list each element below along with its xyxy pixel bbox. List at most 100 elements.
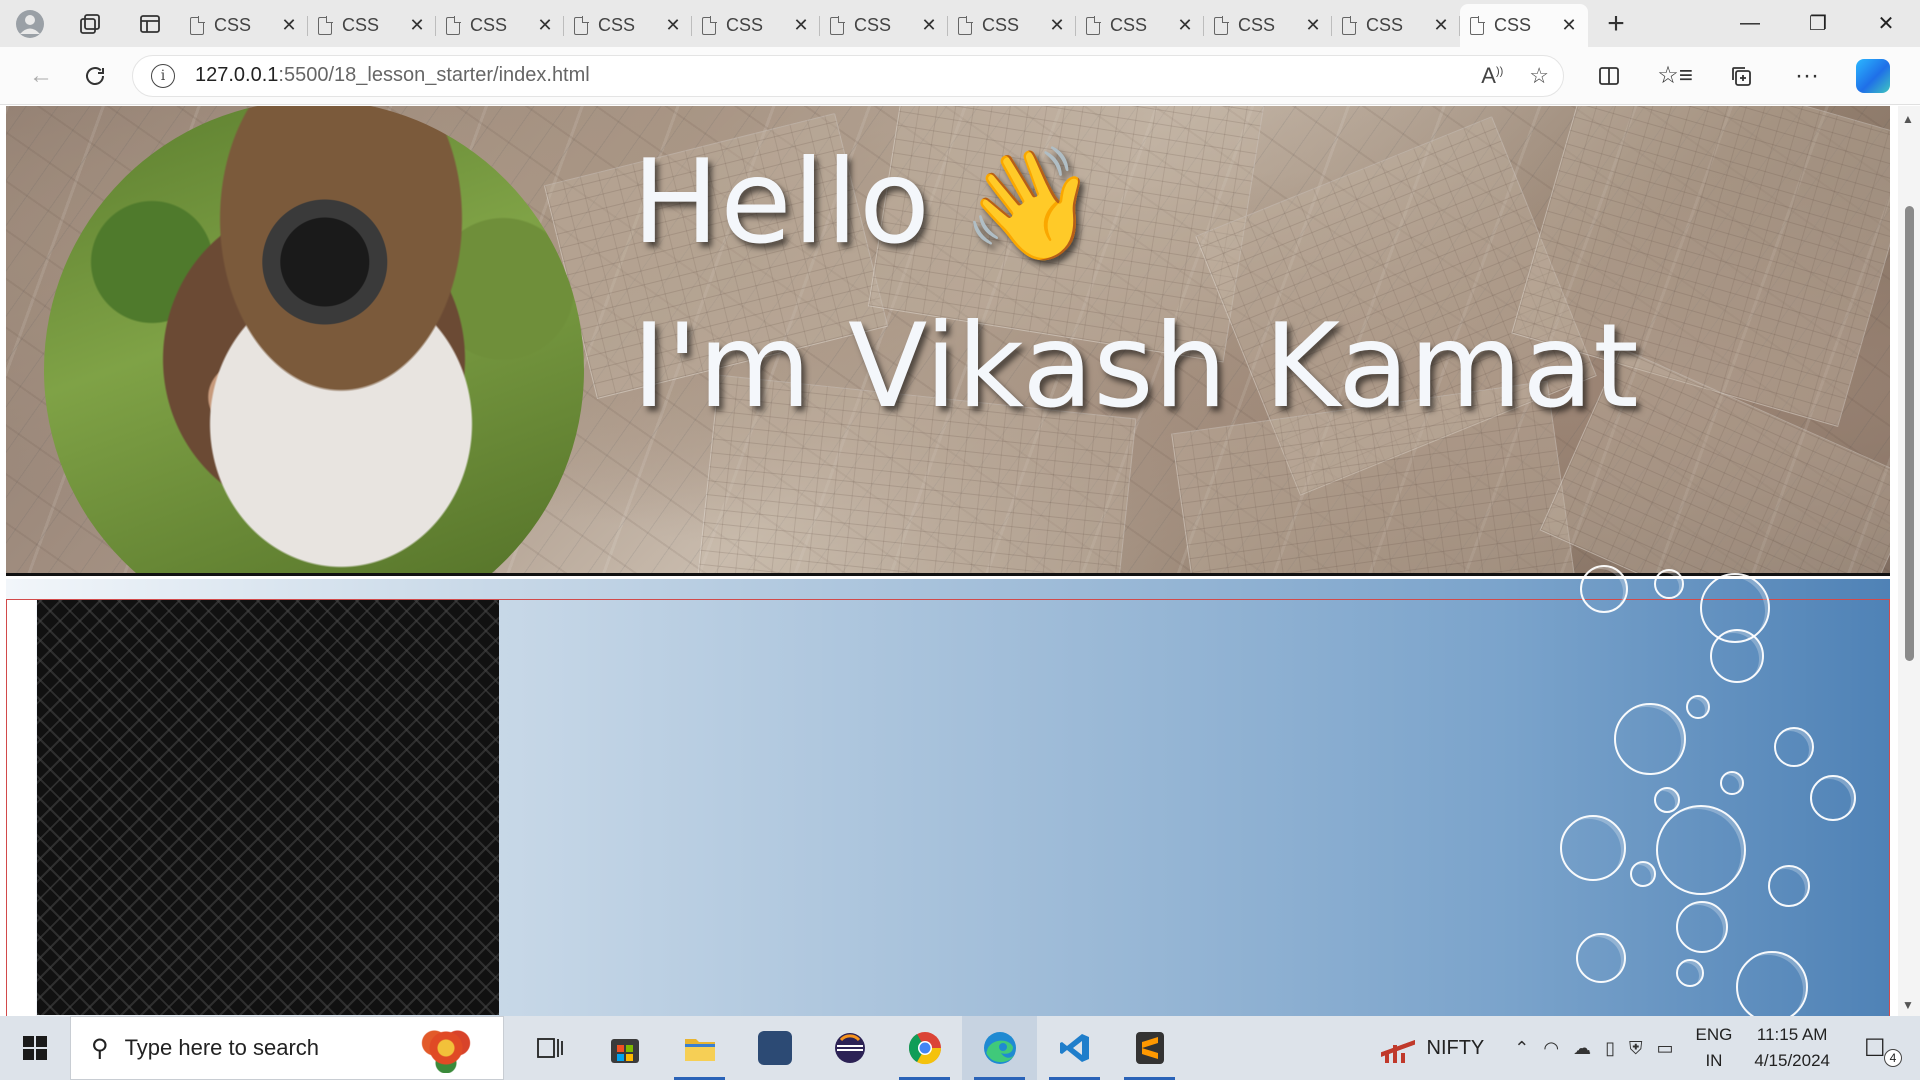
- clock-time: 11:15 AM: [1756, 1025, 1828, 1044]
- browser-tab[interactable]: CSS ✕: [436, 6, 564, 46]
- browser-tab[interactable]: CSS ✕: [820, 6, 948, 46]
- more-icon[interactable]: ···: [1774, 61, 1840, 90]
- bubble: [1736, 951, 1808, 1016]
- chrome-icon[interactable]: [887, 1016, 962, 1080]
- bubble: [1768, 865, 1810, 907]
- close-tab-icon[interactable]: ✕: [1560, 15, 1578, 36]
- page-viewport: Hello 👋 I'm Vikash Kamat ▲ ▼: [0, 106, 1920, 1016]
- scroll-down-icon[interactable]: ▼: [1902, 998, 1914, 1012]
- close-tab-icon[interactable]: ✕: [1432, 15, 1450, 36]
- browser-tab-active[interactable]: CSS ✕: [1460, 4, 1588, 47]
- document-icon: [1470, 15, 1485, 35]
- refresh-icon[interactable]: [68, 56, 122, 96]
- close-tab-icon[interactable]: ✕: [920, 15, 938, 36]
- split-screen-icon[interactable]: [1576, 61, 1642, 90]
- scroll-up-icon[interactable]: ▲: [1902, 112, 1914, 126]
- copilot-icon[interactable]: [1856, 58, 1890, 93]
- browser-tab[interactable]: CSS ✕: [1204, 6, 1332, 46]
- document-icon: [318, 15, 333, 35]
- browser-tab[interactable]: CSS ✕: [180, 6, 308, 46]
- windows-logo-icon: [23, 1036, 47, 1060]
- close-tab-icon[interactable]: ✕: [664, 15, 682, 36]
- bubble: [1656, 805, 1746, 895]
- scrollbar-thumb[interactable]: [1905, 206, 1914, 661]
- bubble: [1774, 727, 1814, 767]
- browser-tab[interactable]: CSS ✕: [308, 6, 436, 46]
- profile-icon[interactable]: [0, 0, 60, 47]
- stock-ticker-widget[interactable]: NIFTY: [1380, 1033, 1484, 1063]
- hero-name: I'm Vikash Kamat: [632, 299, 1639, 434]
- input-language[interactable]: ENG IN: [1696, 1022, 1733, 1074]
- close-tab-icon[interactable]: ✕: [1176, 15, 1194, 36]
- task-view-icon[interactable]: [512, 1016, 587, 1080]
- browser-tab[interactable]: CSS ✕: [1076, 6, 1204, 46]
- eclipse-icon[interactable]: [812, 1016, 887, 1080]
- hello-text: Hello: [632, 135, 932, 270]
- security-icon[interactable]: ⛨: [1629, 1038, 1643, 1059]
- close-tab-icon[interactable]: ✕: [280, 15, 298, 36]
- close-tab-icon[interactable]: ✕: [792, 15, 810, 36]
- page-scrollbar[interactable]: ▲ ▼: [1898, 106, 1920, 1016]
- read-aloud-icon[interactable]: A)): [1481, 63, 1503, 89]
- browser-tab-strip: CSS ✕ CSS ✕ CSS ✕ CSS ✕ CSS ✕ CSS ✕ CSS ✕ CSS ✕ …: [0, 0, 1920, 47]
- restore-icon[interactable]: ❐: [1784, 0, 1852, 47]
- browser-tab[interactable]: CSS ✕: [692, 6, 820, 46]
- favorites-list-icon[interactable]: ☆≡: [1642, 61, 1708, 90]
- browser-tab[interactable]: CSS ✕: [564, 6, 692, 46]
- search-placeholder: Type here to search: [124, 1035, 320, 1060]
- notification-badge: 4: [1884, 1048, 1902, 1067]
- star-icon[interactable]: ☆: [1529, 63, 1549, 89]
- sublime-text-icon[interactable]: [1112, 1016, 1187, 1080]
- close-tab-icon[interactable]: ✕: [1304, 15, 1322, 36]
- vertical-tabs-icon[interactable]: [120, 0, 180, 47]
- close-tab-icon[interactable]: ✕: [1048, 15, 1066, 36]
- close-tab-icon[interactable]: ✕: [408, 15, 426, 36]
- bubble: [1810, 775, 1856, 821]
- wifi-icon[interactable]: ◠: [1543, 1038, 1559, 1059]
- onedrive-cloud-icon[interactable]: ☁: [1573, 1038, 1591, 1059]
- window-controls: — ❐ ✕: [1716, 0, 1920, 47]
- tab-label: CSS: [1366, 15, 1404, 35]
- device-icon[interactable]: ▯: [1605, 1038, 1615, 1059]
- workspaces-icon[interactable]: [60, 0, 120, 47]
- bubble: [1654, 787, 1680, 813]
- site-info-icon[interactable]: i: [151, 63, 175, 88]
- microsoft-store-icon[interactable]: [587, 1016, 662, 1080]
- document-icon: [446, 15, 461, 35]
- bubble: [1630, 861, 1656, 887]
- collections-icon[interactable]: [1708, 61, 1774, 90]
- chevron-up-icon[interactable]: ⌃: [1514, 1038, 1529, 1059]
- browser-tab[interactable]: CSS ✕: [1332, 6, 1460, 46]
- bubble: [1560, 815, 1626, 881]
- back-arrow-icon[interactable]: ←: [14, 56, 68, 96]
- minimize-icon[interactable]: —: [1716, 0, 1784, 47]
- new-tab-button[interactable]: +: [1588, 7, 1644, 41]
- browser-tab[interactable]: CSS ✕: [948, 6, 1076, 46]
- mysql-workbench-icon[interactable]: [737, 1016, 812, 1080]
- taskbar-search-box[interactable]: ⚲ Type here to search: [70, 1016, 504, 1080]
- system-tray: NIFTY ⌃ ◠ ☁ ▯ ⛨ ▭ ENG IN 11:15 AM 4/15/2…: [1380, 1016, 1920, 1080]
- taskbar-apps: [512, 1016, 1187, 1080]
- tab-label: CSS: [982, 15, 1020, 35]
- close-tab-icon[interactable]: ✕: [536, 15, 554, 36]
- vscode-icon[interactable]: [1037, 1016, 1112, 1080]
- document-icon: [190, 15, 205, 35]
- start-button[interactable]: [0, 1016, 70, 1080]
- file-explorer-icon[interactable]: [662, 1016, 737, 1080]
- search-highlight-icon[interactable]: [417, 1023, 475, 1073]
- tab-label: CSS: [598, 15, 636, 35]
- document-icon: [1214, 15, 1229, 35]
- bubble: [1686, 695, 1710, 719]
- bubble: [1580, 565, 1628, 613]
- battery-icon[interactable]: ▭: [1657, 1038, 1674, 1059]
- close-window-icon[interactable]: ✕: [1852, 0, 1920, 47]
- toolbar-buttons: ☆≡ ···: [1576, 61, 1840, 90]
- notification-center-icon[interactable]: ☐ 4: [1864, 1034, 1904, 1067]
- taskbar-clock[interactable]: 11:15 AM 4/15/2024: [1754, 1022, 1830, 1074]
- document-icon: [958, 15, 973, 35]
- document-icon: [1086, 15, 1101, 35]
- edge-icon[interactable]: [962, 1016, 1037, 1080]
- windows-taskbar: ⚲ Type here to search NIFTY ⌃ ◠ ☁ ▯ ⛨ ▭ …: [0, 1016, 1920, 1080]
- address-bar[interactable]: i 127.0.0.1:5500/18_lesson_starter/index…: [132, 54, 1564, 97]
- hero-section: Hello 👋 I'm Vikash Kamat: [6, 106, 1890, 576]
